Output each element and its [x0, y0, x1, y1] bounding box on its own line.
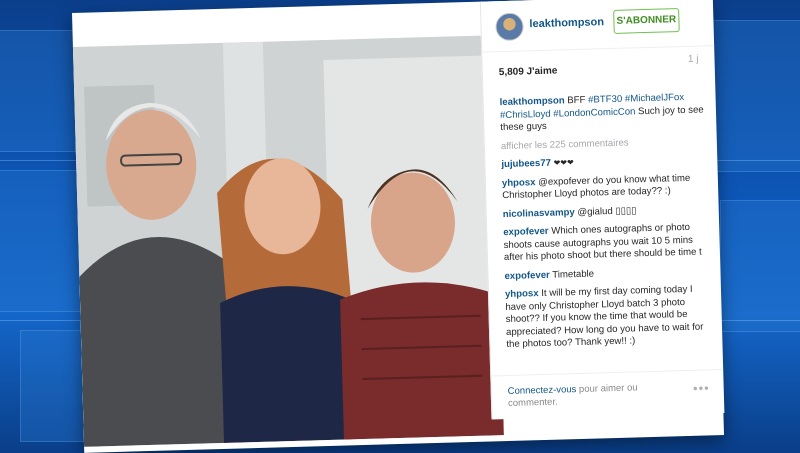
instagram-post-card: leakthompson S'ABONNER 5,809 J'aime 1 j … — [71, 0, 725, 453]
post-photo — [72, 35, 504, 447]
caption-text: BFF — [567, 94, 589, 107]
post-side-panel: leakthompson S'ABONNER 5,809 J'aime 1 j … — [479, 0, 725, 421]
avatar[interactable] — [495, 12, 524, 42]
post-meta: 5,809 J'aime 1 j — [499, 54, 699, 79]
comment: yhposx @expofever do you know what time … — [502, 172, 707, 203]
post-username[interactable]: leakthompson — [529, 16, 604, 30]
comments-list: leakthompson BFF #BTF30 #MichaelJFox #Ch… — [499, 91, 710, 357]
caption-user[interactable]: leakthompson — [499, 95, 564, 108]
login-link[interactable]: Connectez-vous — [508, 384, 577, 397]
time-ago: 1 j — [687, 53, 699, 65]
comment: expofever Which ones autographs or photo… — [503, 221, 708, 264]
hashtag[interactable]: #ChrisLloyd — [500, 108, 551, 120]
view-all-comments-link[interactable]: afficher les 225 commentaires — [501, 135, 705, 153]
comment-user[interactable]: jujubees77 — [501, 158, 551, 170]
comment-user[interactable]: expofever — [504, 269, 550, 281]
more-options-icon[interactable]: ••• — [693, 380, 710, 395]
comment-text: ❤❤❤ — [553, 158, 574, 168]
comment: yhposx It will be my first day coming to… — [505, 283, 711, 351]
comment-user[interactable]: yhposx — [505, 288, 539, 300]
hashtag[interactable]: #MichaelJFox — [625, 92, 684, 105]
follow-button[interactable]: S'ABONNER — [613, 8, 680, 34]
login-prompt: Connectez-vous pour aimer ou commenter. — [508, 382, 659, 410]
comment-text: @gialud ▯▯▯▯ — [577, 204, 637, 218]
hashtag[interactable]: #LondonComicCon — [553, 106, 635, 119]
comment: nicolinasvampy @gialud ▯▯▯▯ — [503, 203, 707, 221]
photo-illustration — [72, 35, 504, 447]
comment-user[interactable]: expofever — [503, 226, 549, 238]
comment-text: Timetable — [552, 268, 595, 281]
comment: expofever Timetable — [504, 265, 708, 283]
comment: jujubees77 ❤❤❤ — [501, 153, 705, 171]
post-header: leakthompson S'ABONNER — [480, 0, 715, 53]
caption: leakthompson BFF #BTF30 #MichaelJFox #Ch… — [499, 91, 704, 134]
hashtag[interactable]: #BTF30 — [588, 94, 622, 106]
background-panel — [720, 200, 800, 332]
post-footer: Connectez-vous pour aimer ou commenter. … — [491, 368, 725, 421]
comment-user[interactable]: yhposx — [502, 177, 536, 189]
likes-count[interactable]: 5,809 J'aime — [499, 65, 558, 78]
comment-user[interactable]: nicolinasvampy — [503, 207, 575, 220]
